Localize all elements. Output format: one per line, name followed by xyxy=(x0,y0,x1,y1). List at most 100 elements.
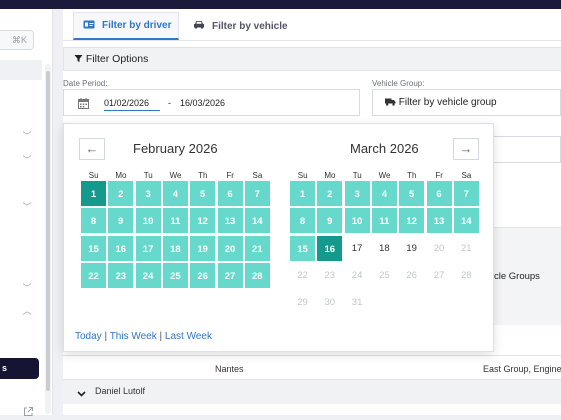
day-cell[interactable]: 22 xyxy=(289,261,316,289)
day-cell[interactable]: 5 xyxy=(189,180,217,207)
day-cell[interactable]: 7 xyxy=(243,180,271,207)
day-cell[interactable]: 23 xyxy=(107,261,135,289)
day-cell[interactable]: 18 xyxy=(161,234,189,262)
day-cell[interactable]: 13 xyxy=(216,207,244,235)
tab-bar: Filter by driver Filter by vehicle xyxy=(63,9,561,41)
prev-month-button[interactable]: ← xyxy=(79,138,105,160)
day-cell[interactable]: 6 xyxy=(425,180,453,207)
day-cell[interactable]: 12 xyxy=(189,207,217,235)
weekday-label: We xyxy=(169,171,182,180)
weekday-label: Tu xyxy=(143,171,153,180)
today-link[interactable]: Today xyxy=(75,331,102,342)
day-cell[interactable]: 17 xyxy=(343,234,371,262)
weekday-label: Mo xyxy=(115,171,127,180)
day-cell[interactable]: 26 xyxy=(398,261,426,289)
calendar-icon xyxy=(78,98,89,112)
right-month-title: March 2026 xyxy=(350,141,419,156)
day-cell[interactable]: 24 xyxy=(134,261,162,289)
table-row[interactable]: Nantes East Group, Engine xyxy=(63,355,561,380)
table-row[interactable]: Daniel Lutolf xyxy=(63,380,561,404)
tab-label: Filter by vehicle xyxy=(212,20,288,32)
day-cell[interactable]: 12 xyxy=(398,207,426,235)
tab-filter-by-vehicle[interactable]: Filter by vehicle xyxy=(193,12,303,40)
day-cell[interactable]: 28 xyxy=(452,261,480,289)
day-cell[interactable]: 21 xyxy=(243,234,271,262)
right-weekday-header: Su Mo Tu We Th Fr Sa xyxy=(289,171,480,180)
external-link-icon[interactable] xyxy=(23,406,35,418)
date-period-field[interactable]: 01/02/2026 - 16/03/2026 xyxy=(63,89,360,116)
day-cell[interactable]: 31 xyxy=(343,289,371,317)
day-cell[interactable]: 2 xyxy=(107,180,135,207)
day-cell[interactable]: 29 xyxy=(289,289,316,317)
day-cell[interactable]: 15 xyxy=(80,234,107,262)
day-cell[interactable]: 17 xyxy=(134,234,162,262)
vehicle-group-select[interactable]: Filter by vehicle group xyxy=(372,89,561,116)
left-weekday-header: Su Mo Tu We Th Fr Sa xyxy=(80,171,271,180)
sidebar: ⌘K ﹀ ﹀ ﹀ ﹀ ︿ s xyxy=(0,9,53,418)
sidebar-item[interactable] xyxy=(0,60,42,80)
day-cell[interactable]: 18 xyxy=(370,234,398,262)
day-cell[interactable]: 3 xyxy=(343,180,371,207)
filter-options-header[interactable]: Filter Options xyxy=(63,47,561,71)
day-cell[interactable]: 25 xyxy=(161,261,189,289)
day-cell[interactable]: 20 xyxy=(216,234,244,262)
day-cell[interactable]: 20 xyxy=(425,234,453,262)
chevron-up-icon[interactable]: ︿ xyxy=(22,306,32,316)
day-cell[interactable]: 5 xyxy=(398,180,426,207)
chevron-down-icon[interactable] xyxy=(77,389,86,399)
day-cell[interactable]: 27 xyxy=(216,261,244,289)
day-cell[interactable]: 24 xyxy=(343,261,371,289)
day-cell[interactable]: 1 xyxy=(80,180,107,207)
day-cell[interactable]: 13 xyxy=(425,207,453,235)
day-cell[interactable]: 15 xyxy=(289,234,316,262)
day-cell[interactable]: 26 xyxy=(189,261,217,289)
chevron-down-icon[interactable]: ﹀ xyxy=(22,155,32,165)
day-cell[interactable]: 21 xyxy=(452,234,480,262)
day-cell[interactable]: 30 xyxy=(316,289,344,317)
day-cell[interactable]: 11 xyxy=(370,207,398,235)
last-week-link[interactable]: Last Week xyxy=(165,331,212,342)
this-week-link[interactable]: This Week xyxy=(110,331,157,342)
day-cell[interactable]: 3 xyxy=(134,180,162,207)
day-cell[interactable]: 16 xyxy=(107,234,135,262)
day-cell[interactable]: 16 xyxy=(316,234,344,262)
truck-icon xyxy=(385,97,399,108)
day-cell[interactable]: 11 xyxy=(161,207,189,235)
day-cell[interactable]: 4 xyxy=(370,180,398,207)
day-cell[interactable]: 9 xyxy=(316,207,344,235)
chevron-down-icon[interactable]: ﹀ xyxy=(22,202,32,212)
vehicle-group-value: Filter by vehicle group xyxy=(398,97,497,108)
day-cell[interactable]: 22 xyxy=(80,261,107,289)
vehicle-group-label: Vehicle Group: xyxy=(372,79,425,88)
day-cell[interactable]: 28 xyxy=(243,261,271,289)
day-cell[interactable]: 2 xyxy=(316,180,344,207)
day-cell[interactable]: 4 xyxy=(161,180,189,207)
day-cell[interactable]: 8 xyxy=(289,207,316,235)
sidebar-scrollbar-thumb[interactable] xyxy=(46,71,50,391)
day-cell[interactable]: 8 xyxy=(80,207,107,235)
day-cell[interactable]: 19 xyxy=(398,234,426,262)
day-cell[interactable]: 25 xyxy=(370,261,398,289)
link-separator: | xyxy=(104,331,108,342)
date-to-input[interactable]: 16/03/2026 xyxy=(180,98,225,108)
day-cell[interactable]: 19 xyxy=(189,234,217,262)
date-from-input[interactable]: 01/02/2026 xyxy=(104,98,160,111)
day-cell[interactable]: 27 xyxy=(425,261,453,289)
day-cell[interactable]: 10 xyxy=(134,207,162,235)
chevron-down-icon[interactable]: ﹀ xyxy=(22,283,32,293)
day-cell[interactable]: 23 xyxy=(316,261,344,289)
day-cell[interactable]: 9 xyxy=(107,207,135,235)
link-separator: | xyxy=(159,331,163,342)
next-month-button[interactable]: → xyxy=(453,138,479,160)
sidebar-item-active[interactable]: s xyxy=(0,358,39,379)
city-cell: Nantes xyxy=(215,364,244,374)
chevron-down-icon[interactable]: ﹀ xyxy=(22,131,32,141)
day-cell[interactable]: 1 xyxy=(289,180,316,207)
tab-filter-by-driver[interactable]: Filter by driver xyxy=(73,12,179,40)
day-cell[interactable]: 6 xyxy=(216,180,244,207)
command-shortcut-badge[interactable]: ⌘K xyxy=(0,30,34,50)
day-cell[interactable]: 14 xyxy=(452,207,480,235)
day-cell[interactable]: 10 xyxy=(343,207,371,235)
day-cell[interactable]: 14 xyxy=(243,207,271,235)
day-cell[interactable]: 7 xyxy=(452,180,480,207)
